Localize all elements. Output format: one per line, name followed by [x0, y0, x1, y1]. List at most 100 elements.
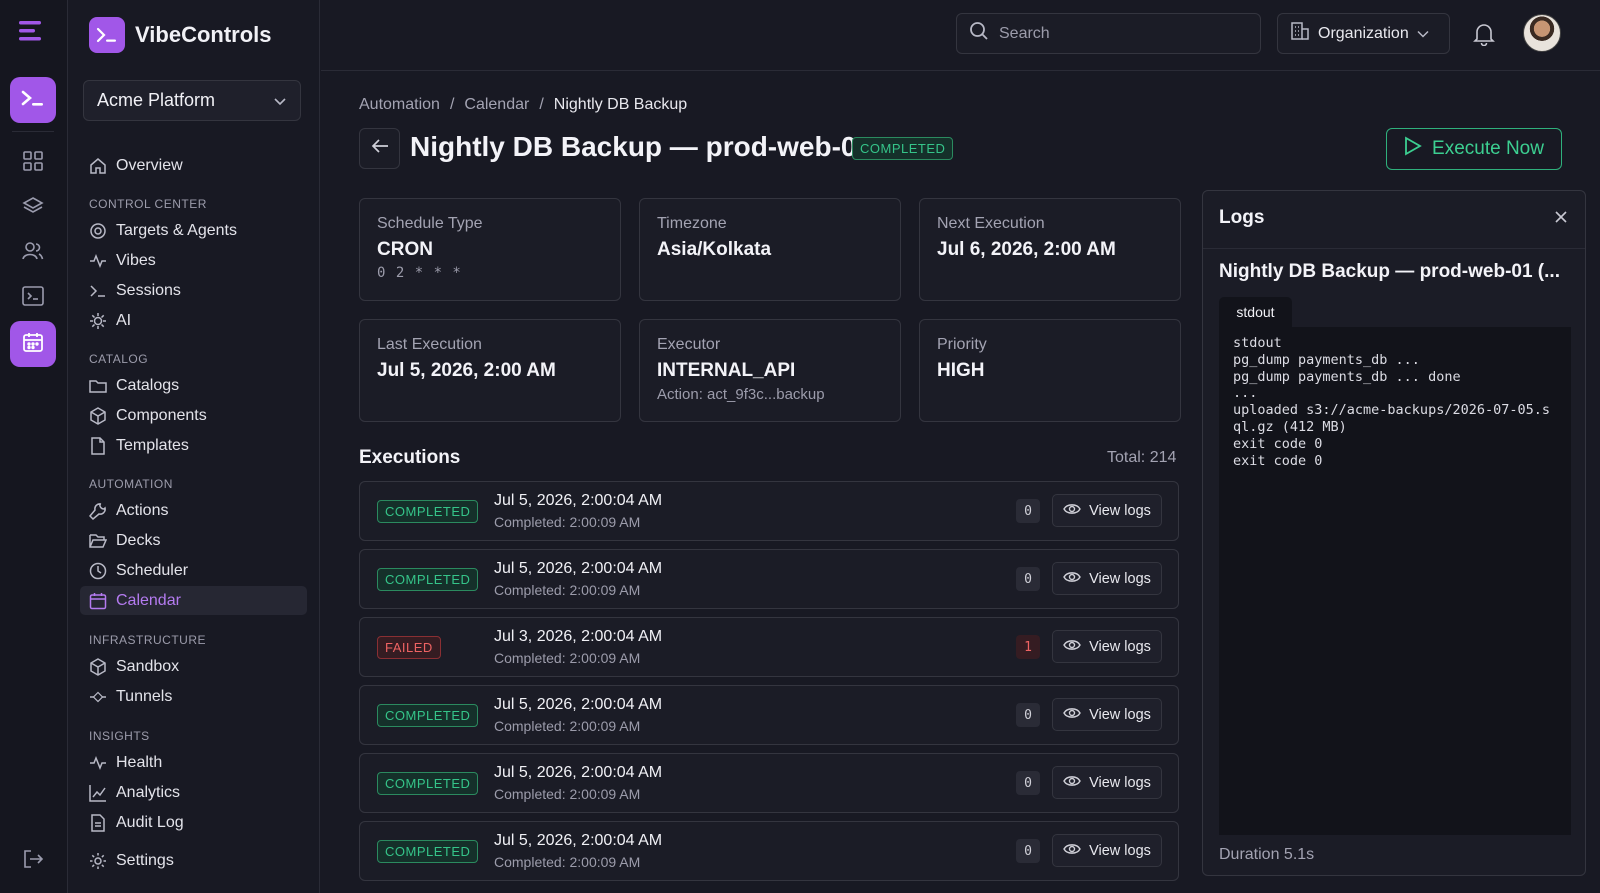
eye-icon [1063, 775, 1081, 791]
rail-terminal-button[interactable] [10, 77, 56, 123]
section-label-insights: INSIGHTS [89, 729, 150, 743]
rail-logout-button[interactable] [14, 842, 52, 880]
close-icon[interactable] [1553, 209, 1569, 230]
executions-total: Total: 214 [1107, 449, 1177, 466]
eye-icon [1063, 571, 1081, 587]
section-label-control-center: CONTROL CENTER [89, 197, 207, 211]
execute-now-button[interactable]: Execute Now [1386, 128, 1562, 170]
execution-started: Jul 5, 2026, 2:00:04 AM [494, 832, 663, 849]
sidebar-item-scheduler[interactable]: Scheduler [80, 556, 307, 585]
execution-status-badge: COMPLETED [377, 704, 479, 727]
icon-rail [0, 0, 68, 893]
logs-duration: Duration 5.1s [1219, 846, 1315, 863]
logs-panel: Logs Nightly DB Backup — prod-web-01 (..… [1202, 190, 1586, 876]
users-icon [22, 241, 44, 266]
sidebar-item-overview[interactable]: Overview [80, 151, 307, 180]
sidebar-item-label: Tunnels [116, 687, 173, 705]
tab-stdout[interactable]: stdout [1219, 297, 1292, 327]
sidebar-item-label: Sandbox [116, 657, 180, 675]
menu-icon[interactable] [19, 20, 45, 47]
sidebar-item-vibes[interactable]: Vibes [80, 246, 307, 275]
sidebar-item-decks[interactable]: Decks [80, 526, 307, 555]
brand[interactable]: VibeControls [89, 17, 272, 53]
exit-code-badge: 1 [1016, 635, 1040, 659]
section-label-automation: AUTOMATION [89, 477, 173, 491]
rail-layers-button[interactable] [14, 189, 52, 227]
sidebar-item-settings[interactable]: Settings [80, 846, 307, 875]
sidebar-item-label: Health [116, 753, 163, 771]
logs-divider [1203, 248, 1585, 249]
breadcrumb-automation[interactable]: Automation [359, 96, 440, 114]
arrow-left-icon [371, 138, 389, 159]
sidebar-item-catalogs[interactable]: Catalogs [80, 371, 307, 400]
back-button[interactable] [359, 128, 400, 169]
sidebar-item-health[interactable]: Health [80, 748, 307, 777]
sidebar-item-targets[interactable]: Targets & Agents [80, 216, 307, 245]
sidebar-item-ai[interactable]: AI [80, 306, 307, 335]
view-logs-label: View logs [1089, 842, 1151, 859]
card-schedule-type: Schedule Type CRON 0 2 * * * [359, 198, 621, 301]
rail-dashboard-button[interactable] [14, 144, 52, 182]
eye-icon [1063, 639, 1081, 655]
avatar[interactable] [1523, 14, 1561, 52]
sidebar-item-templates[interactable]: Templates [80, 431, 307, 460]
view-logs-button[interactable]: View logs [1052, 630, 1162, 663]
view-logs-button[interactable]: View logs [1052, 834, 1162, 867]
sidebar-item-actions[interactable]: Actions [80, 496, 307, 525]
bell-icon[interactable] [1473, 22, 1495, 51]
play-icon [1404, 136, 1422, 162]
view-logs-button[interactable]: View logs [1052, 562, 1162, 595]
sidebar-item-label: AI [116, 311, 132, 329]
view-logs-button[interactable]: View logs [1052, 766, 1162, 799]
view-logs-button[interactable]: View logs [1052, 698, 1162, 731]
card-next-execution: Next Execution Jul 6, 2026, 2:00 AM [919, 198, 1181, 301]
sidebar-item-sessions[interactable]: Sessions [80, 276, 307, 305]
breadcrumb-separator: / [449, 96, 455, 113]
sidebar-item-sandbox[interactable]: Sandbox [80, 652, 307, 681]
execution-completed: Completed: 2:00:09 AM [494, 786, 641, 802]
card-label: Priority [937, 336, 987, 353]
card-action-id: Action: act_9f3c...backup [657, 386, 825, 403]
calendar-icon [89, 592, 107, 610]
card-label: Timezone [657, 215, 727, 232]
card-last-execution: Last Execution Jul 5, 2026, 2:00 AM [359, 319, 621, 422]
execution-started: Jul 3, 2026, 2:00:04 AM [494, 628, 663, 645]
section-label-catalog: CATALOG [89, 352, 149, 366]
sidebar-item-components[interactable]: Components [80, 401, 307, 430]
sidebar-item-calendar[interactable]: Calendar [80, 586, 307, 615]
view-logs-button[interactable]: View logs [1052, 494, 1162, 527]
page-title: Nightly DB Backup — prod-web-01 [410, 131, 873, 162]
execution-completed: Completed: 2:00:09 AM [494, 854, 641, 870]
project-selector[interactable]: Acme Platform [83, 80, 301, 121]
building-icon [1290, 21, 1310, 46]
execution-started: Jul 5, 2026, 2:00:04 AM [494, 764, 663, 781]
activity-icon [89, 252, 107, 270]
app-logo-icon [89, 17, 125, 53]
clock-icon [89, 562, 107, 580]
search-input[interactable]: Search [956, 13, 1261, 54]
sidebar-item-label: Scheduler [116, 561, 189, 579]
sidebar-item-label: Vibes [116, 251, 156, 269]
sidebar-item-label: Catalogs [116, 376, 180, 394]
chart-line-icon [89, 784, 107, 802]
card-label: Schedule Type [377, 215, 483, 232]
chevron-down-icon [1417, 25, 1429, 43]
breadcrumb-calendar[interactable]: Calendar [464, 96, 529, 114]
organization-selector[interactable]: Organization [1277, 13, 1450, 54]
logout-icon [22, 849, 44, 874]
rail-users-button[interactable] [14, 234, 52, 272]
card-value: HIGH [937, 360, 985, 381]
view-logs-label: View logs [1089, 638, 1151, 655]
sidebar-item-label: Settings [116, 851, 174, 869]
view-logs-label: View logs [1089, 570, 1151, 587]
sidebar-item-analytics[interactable]: Analytics [80, 778, 307, 807]
view-logs-label: View logs [1089, 774, 1151, 791]
rail-console-button[interactable] [14, 279, 52, 317]
rail-calendar-button[interactable] [10, 321, 56, 367]
sidebar-item-label: Targets & Agents [116, 221, 237, 239]
sidebar-item-tunnels[interactable]: Tunnels [80, 682, 307, 711]
execution-status-badge: FAILED [377, 636, 441, 659]
sidebar-item-audit-log[interactable]: Audit Log [80, 808, 307, 837]
eye-icon [1063, 503, 1081, 519]
executions-heading: Executions [359, 447, 461, 468]
